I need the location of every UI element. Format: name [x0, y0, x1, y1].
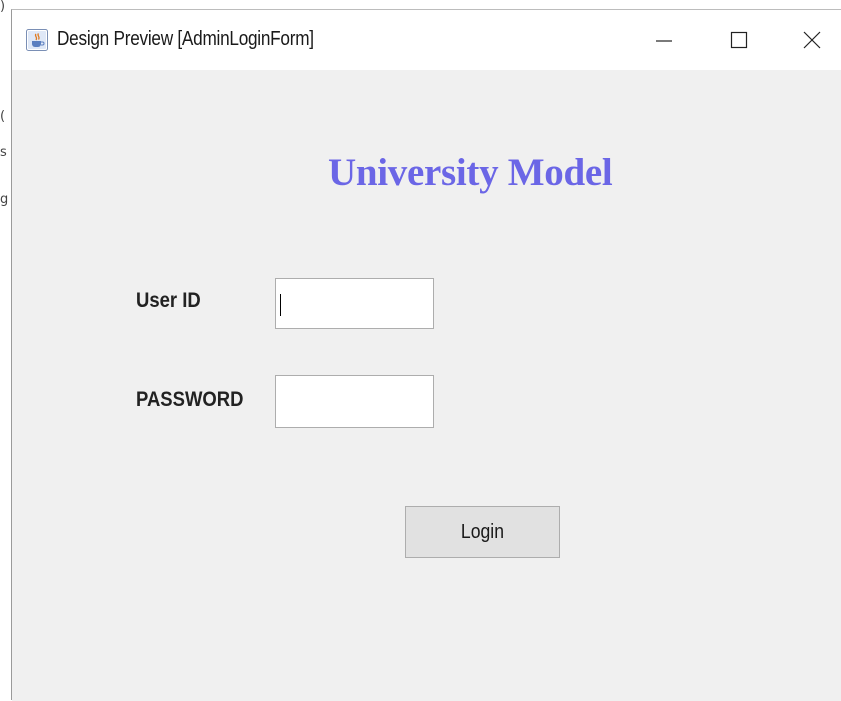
login-button[interactable]: Login	[405, 506, 560, 558]
close-button[interactable]	[784, 10, 840, 70]
login-form-panel: University Model User ID PASSWORD Login	[12, 70, 841, 701]
title-bar[interactable]: Design Preview [AdminLoginForm]	[12, 10, 841, 70]
close-icon	[803, 31, 821, 49]
password-input[interactable]	[275, 375, 434, 428]
minimize-button[interactable]	[636, 10, 692, 70]
background-text-fragment: (	[0, 109, 6, 124]
user-id-input[interactable]	[275, 278, 434, 329]
user-id-label: User ID	[136, 289, 201, 312]
java-cup-icon	[26, 29, 48, 51]
text-caret	[280, 294, 281, 316]
maximize-button[interactable]	[711, 10, 767, 70]
minimize-icon	[656, 40, 672, 42]
window-title: Design Preview [AdminLoginForm]	[57, 28, 314, 50]
background-text-fragment: s	[0, 145, 7, 160]
login-button-label: Login	[460, 520, 505, 543]
background-text-fragment: )	[0, 0, 6, 14]
background-text-fragment: g	[0, 192, 9, 207]
maximize-icon	[730, 31, 748, 49]
design-preview-window: Design Preview [AdminLoginForm] Universi…	[11, 9, 841, 701]
form-heading: University Model	[328, 151, 613, 194]
password-label: PASSWORD	[136, 388, 244, 411]
